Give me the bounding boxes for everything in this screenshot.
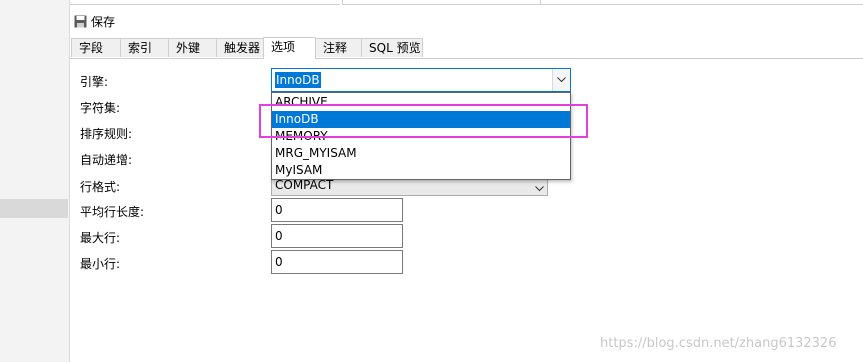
max-rows-input[interactable]: 0	[271, 224, 403, 248]
charset-label: 字符集:	[80, 101, 121, 115]
tab-triggers[interactable]: 触发器	[216, 38, 264, 57]
editor-tab-active[interactable]	[342, 0, 541, 5]
toolbar: 保存	[74, 11, 115, 31]
tab-fields[interactable]: 字段	[71, 38, 121, 57]
collation-label: 排序规则:	[80, 127, 133, 141]
annotation-highlight-box	[259, 104, 588, 138]
editor-tab-strip	[70, 0, 863, 5]
tab-options[interactable]: 选项	[263, 37, 316, 59]
min-rows-input[interactable]: 0	[271, 250, 403, 274]
row-format-value: COMPACT	[275, 178, 334, 192]
row-format-label: 行格式:	[80, 180, 121, 194]
chevron-down-icon[interactable]	[535, 178, 544, 198]
engine-option-mrg-myisam[interactable]: MRG_MYISAM	[272, 145, 570, 162]
chevron-down-icon[interactable]	[552, 69, 570, 91]
avg-row-length-label: 平均行长度:	[80, 205, 145, 219]
sidebar-selected-row[interactable]	[0, 199, 68, 218]
min-rows-label: 最小行:	[80, 257, 121, 271]
tab-indexes[interactable]: 索引	[120, 38, 169, 57]
save-icon[interactable]	[74, 15, 87, 28]
tab-foreign-keys[interactable]: 外键	[168, 38, 217, 57]
engine-option-myisam[interactable]: MyISAM	[272, 162, 570, 179]
engine-select[interactable]: InnoDB	[271, 68, 571, 92]
left-sidebar	[0, 0, 70, 362]
editor-tab-left[interactable]	[70, 0, 340, 5]
engine-label: 引擎:	[80, 75, 109, 89]
watermark: https://blog.csdn.net/zhang6132326	[600, 336, 837, 351]
save-button[interactable]: 保存	[91, 13, 115, 30]
tab-sql-preview[interactable]: SQL 预览	[361, 38, 423, 57]
engine-select-value: InnoDB	[275, 72, 321, 88]
auto-increment-label: 自动递增:	[80, 153, 133, 167]
avg-row-length-input[interactable]: 0	[271, 198, 403, 222]
editor-tab-right[interactable]	[540, 0, 863, 5]
tab-comments[interactable]: 注释	[315, 38, 362, 57]
max-rows-label: 最大行:	[80, 231, 121, 245]
tab-bar: 字段 索引 外键 触发器 选项 注释 SQL 预览	[70, 37, 863, 59]
